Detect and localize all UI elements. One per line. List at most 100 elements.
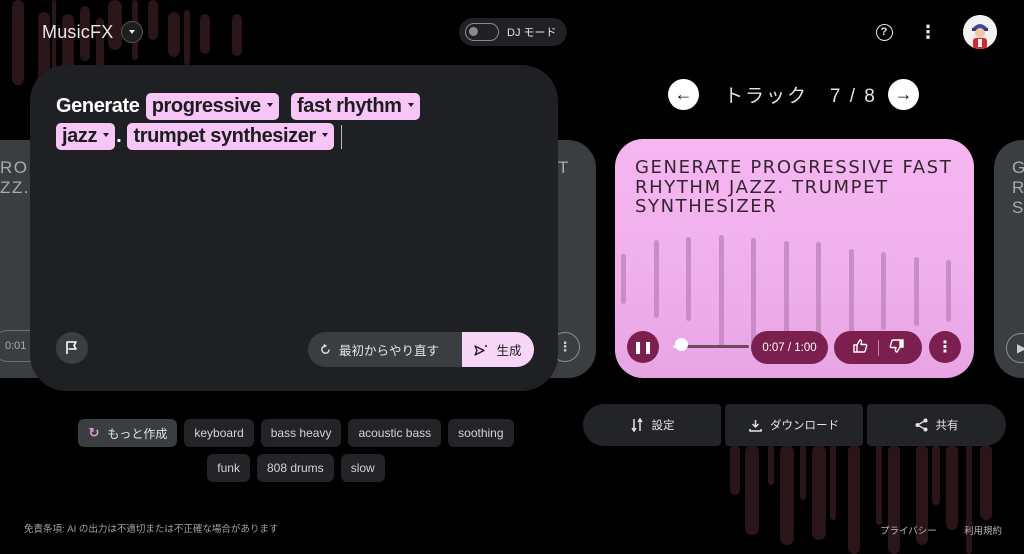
next-track-button[interactable]: → [888, 79, 919, 110]
chevron-down-icon [321, 133, 328, 138]
privacy-link[interactable]: プライバシー [880, 523, 937, 537]
prompt-separator: . [116, 125, 122, 147]
terms-link[interactable]: 利用規約 [964, 523, 1002, 537]
download-icon [749, 419, 762, 432]
previous-track-title: RO ZZ. [0, 158, 30, 197]
hidden-track-title: T [558, 158, 570, 177]
chip-label: jazz [62, 125, 98, 147]
waveform-bar [718, 235, 724, 347]
visualizer-bar [812, 445, 826, 540]
thumb-up-icon [852, 339, 867, 353]
prompt-text[interactable]: Generate progressive fast rhythm jazz. t… [56, 91, 526, 151]
text-cursor [340, 124, 343, 149]
settings-label: 設定 [651, 420, 675, 432]
current-track-card[interactable]: GENERATE PROGRESSIVE FAST RHYTHM JAZZ. T… [615, 139, 974, 378]
help-icon: ? [875, 23, 893, 41]
send-sparkle-icon [474, 344, 488, 356]
thumb-down-icon [889, 339, 904, 353]
more-vert-icon: ⋮ [919, 21, 937, 42]
waveform-bar [816, 241, 821, 341]
generate-button[interactable]: 生成 [462, 332, 534, 367]
visualizer-bar [946, 445, 958, 530]
prompt-chip-genre[interactable]: progressive [145, 93, 279, 120]
avatar[interactable] [963, 15, 997, 49]
generate-more-button[interactable]: ↻ もっと作成 [78, 419, 178, 447]
visualizer-bar [888, 445, 900, 554]
track-label: トラック [724, 86, 809, 107]
visualizer-bar [200, 14, 210, 54]
prompt-chip-instrument[interactable]: trumpet synthesizer [127, 123, 334, 150]
track-slash: / [842, 86, 865, 107]
visualizer-bar [876, 445, 882, 525]
suggestion-chip[interactable]: slow [340, 454, 385, 482]
seek-thumb[interactable] [675, 338, 689, 351]
app-switcher-dropdown[interactable] [121, 21, 144, 43]
chevron-down-icon [103, 133, 110, 138]
chevron-down-icon [266, 103, 273, 108]
visualizer-bar [168, 12, 180, 57]
waveform-bar [783, 240, 789, 342]
waveform-bar [946, 260, 951, 322]
suggestion-chip[interactable]: acoustic bass [348, 419, 442, 447]
prompt-chip-style[interactable]: jazz [56, 123, 116, 150]
generate-more-label: もっと作成 [107, 426, 168, 441]
report-button[interactable] [56, 332, 88, 364]
visualizer-bar [932, 445, 940, 505]
restart-button[interactable]: 最初からやり直す [308, 332, 462, 367]
chip-label: progressive [151, 95, 261, 117]
waveform-bar [686, 237, 691, 321]
thumbs-up-button[interactable] [852, 339, 868, 356]
suggestion-chip[interactable]: 808 drums [256, 454, 334, 482]
pause-button[interactable]: ❚❚ [627, 331, 659, 363]
next-track-title: G R S [1012, 158, 1024, 217]
suggestion-chip[interactable]: keyboard [184, 419, 254, 447]
share-button[interactable]: 共有 [867, 404, 1006, 446]
app-title: MusicFX [42, 21, 114, 42]
visualizer-bar [966, 445, 972, 554]
prompt-chip-rhythm[interactable]: fast rhythm [291, 93, 420, 120]
prompt-editor[interactable]: Generate progressive fast rhythm jazz. t… [30, 65, 558, 391]
visualizer-bar [12, 0, 24, 85]
avatar-image [963, 15, 997, 49]
app-brand: MusicFX [42, 21, 144, 43]
dj-mode-toggle[interactable]: DJ モード [459, 18, 567, 46]
more-vert-icon: ⋮ [937, 339, 953, 356]
chevron-down-icon [407, 103, 414, 108]
track-title: GENERATE PROGRESSIVE FAST RHYTHM JAZZ. T… [635, 157, 953, 217]
flag-icon [66, 341, 77, 354]
suggestion-chip[interactable]: soothing [448, 419, 514, 447]
track-more-button[interactable]: ⋮ [929, 331, 961, 363]
next-track-card[interactable]: G R S ▶ [994, 140, 1024, 378]
time-display: 0:07 / 1:00 [751, 331, 828, 364]
arrow-right-icon: → [894, 84, 913, 104]
arrow-left-icon: ← [674, 84, 693, 104]
download-label: ダウンロード [770, 420, 839, 432]
time-text: 0:01 [5, 340, 27, 352]
settings-button[interactable]: 設定 [583, 404, 721, 446]
pause-icon: ❚❚ [632, 340, 654, 354]
more-menu-button[interactable]: ⋮ [916, 20, 940, 44]
waveform-bar [653, 240, 659, 318]
waveform-bar [751, 238, 756, 344]
chevron-down-icon [129, 30, 136, 34]
chip-label: trumpet synthesizer [133, 125, 316, 147]
previous-track-button[interactable]: ← [668, 79, 699, 110]
time-text: 0:07 / 1:00 [762, 341, 817, 354]
dj-mode-label: DJ モード [507, 27, 557, 39]
visualizer-bar [780, 445, 794, 545]
suggestion-chip[interactable]: bass heavy [260, 419, 342, 447]
thumbs-down-button[interactable] [889, 339, 904, 356]
waveform-bar [848, 249, 854, 333]
visualizer-bar [730, 445, 740, 495]
visualizer-bar [768, 445, 774, 485]
track-current: 7 [829, 86, 843, 107]
help-button[interactable]: ? [872, 20, 896, 44]
rating-controls [834, 331, 922, 364]
reset-icon [321, 344, 330, 354]
waveform-bar [621, 254, 626, 304]
toggle-switch[interactable] [465, 23, 499, 41]
suggestion-chip[interactable]: funk [207, 454, 250, 482]
track-counter: トラック 7 / 8 [724, 81, 877, 108]
download-button[interactable]: ダウンロード [725, 404, 863, 446]
play-button[interactable]: ▶ [1006, 333, 1024, 363]
